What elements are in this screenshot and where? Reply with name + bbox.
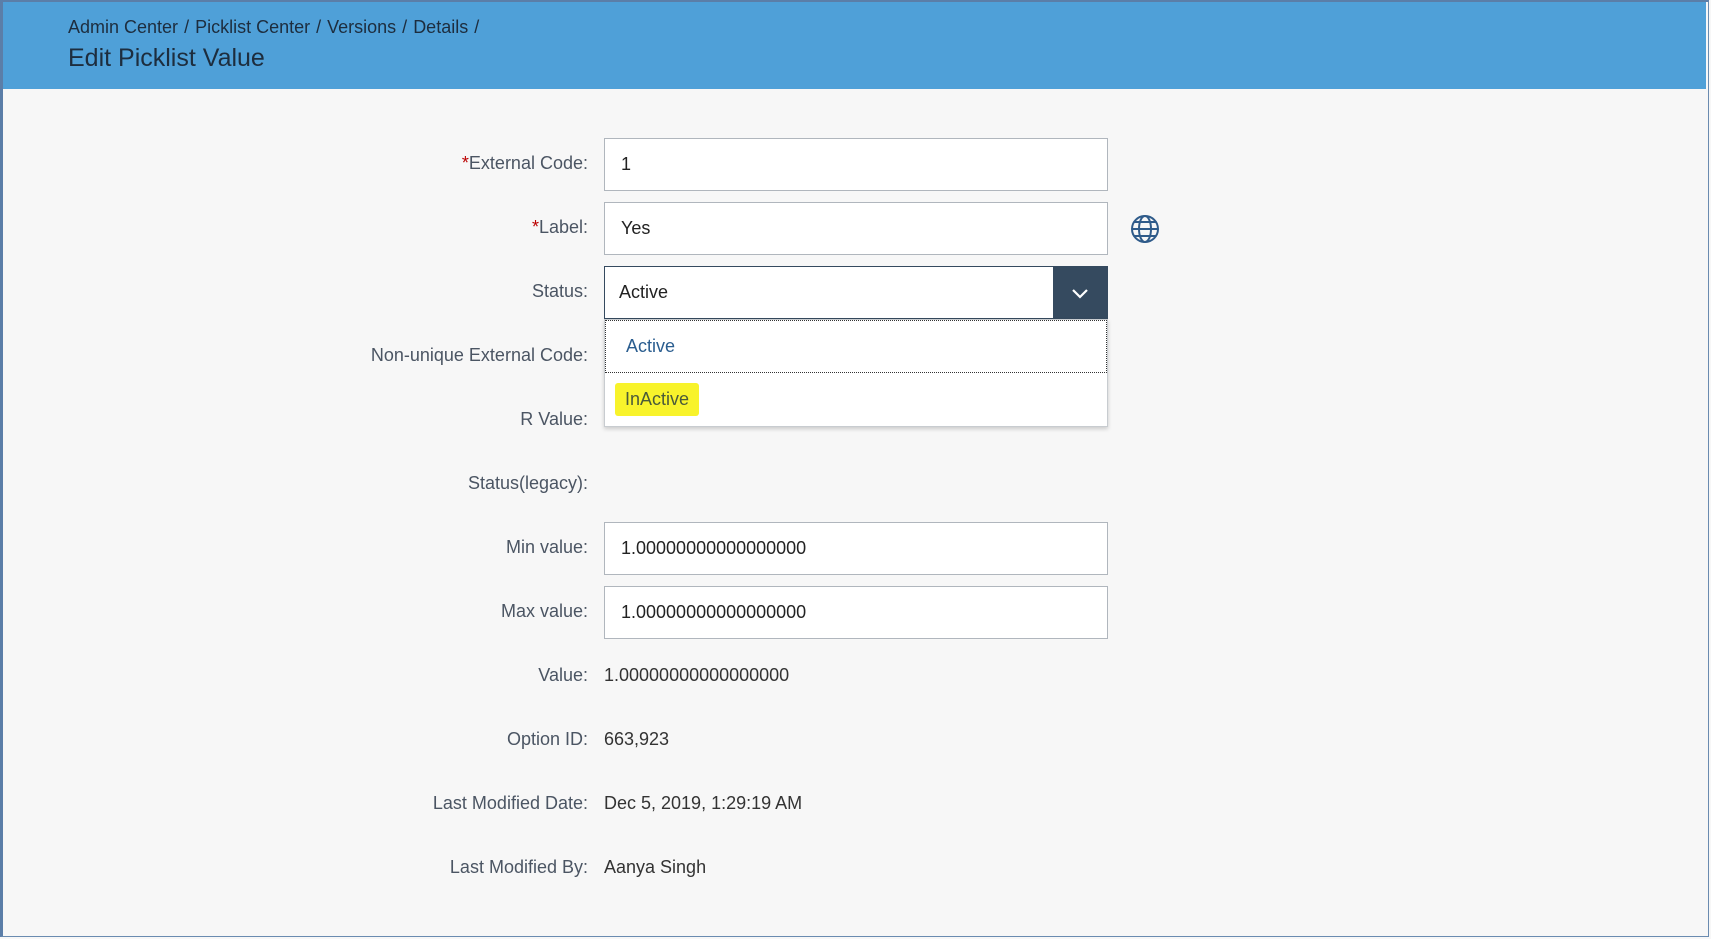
label-value: Yes — [621, 218, 651, 238]
max-value-input[interactable]: 1.00000000000000000 — [604, 586, 1108, 639]
external-code-value: 1 — [621, 154, 632, 174]
required-marker: * — [461, 153, 469, 173]
status-select[interactable]: Active — [604, 266, 1108, 319]
r-value-label: R Value: — [520, 409, 588, 429]
label-input[interactable]: Yes — [604, 202, 1108, 255]
last-modified-by-value: Aanya Singh — [604, 857, 707, 877]
chevron-down-icon[interactable] — [1053, 267, 1107, 318]
status-label: Status: — [531, 281, 588, 301]
breadcrumb-versions[interactable]: Versions — [327, 17, 396, 38]
breadcrumb-separator: / — [316, 17, 322, 37]
breadcrumb: Admin Center / Picklist Center / Version… — [68, 17, 485, 38]
required-marker: * — [531, 217, 539, 237]
value-label: Value: — [538, 665, 588, 685]
external-code-label: *External Code: — [462, 153, 588, 174]
external-code-input[interactable]: 1 — [604, 138, 1108, 191]
option-id-value: 663,923 — [604, 729, 670, 749]
status-option-active[interactable]: Active — [605, 320, 1107, 373]
page-header: Admin Center / Picklist Center / Version… — [3, 2, 1706, 89]
breadcrumb-details[interactable]: Details — [413, 17, 468, 38]
status-option-active-label: Active — [626, 336, 676, 356]
breadcrumb-separator: / — [474, 17, 480, 37]
status-option-inactive[interactable]: InActive — [605, 373, 1107, 426]
status-selected-value: Active — [619, 282, 669, 302]
option-id-label: Option ID: — [506, 729, 588, 749]
breadcrumb-admin-center[interactable]: Admin Center — [68, 17, 178, 38]
breadcrumb-separator: / — [402, 17, 408, 37]
status-dropdown-list: Active InActive — [604, 319, 1108, 427]
status-option-inactive-label: InActive — [615, 383, 700, 416]
last-modified-date-label: Last Modified Date: — [432, 793, 588, 813]
breadcrumb-separator: / — [184, 17, 190, 37]
label-field-label: *Label: — [532, 217, 588, 238]
external-code-label-text: External Code: — [468, 153, 588, 173]
breadcrumb-picklist-center[interactable]: Picklist Center — [195, 17, 310, 38]
non-unique-external-code-label: Non-unique External Code: — [370, 345, 588, 365]
min-value-value: 1.00000000000000000 — [621, 538, 807, 558]
max-value-value: 1.00000000000000000 — [621, 602, 807, 622]
page-title: Edit Picklist Value — [68, 44, 265, 72]
max-value-label: Max value: — [500, 601, 588, 621]
min-value-label: Min value: — [505, 537, 588, 557]
label-field-label-text: Label: — [538, 217, 588, 237]
globe-icon[interactable] — [1129, 213, 1161, 245]
status-legacy-label: Status(legacy): — [467, 473, 588, 493]
last-modified-date-value: Dec 5, 2019, 1:29:19 AM — [604, 793, 803, 813]
last-modified-by-label: Last Modified By: — [449, 857, 588, 877]
value-text: 1.00000000000000000 — [604, 665, 790, 685]
min-value-input[interactable]: 1.00000000000000000 — [604, 522, 1108, 575]
